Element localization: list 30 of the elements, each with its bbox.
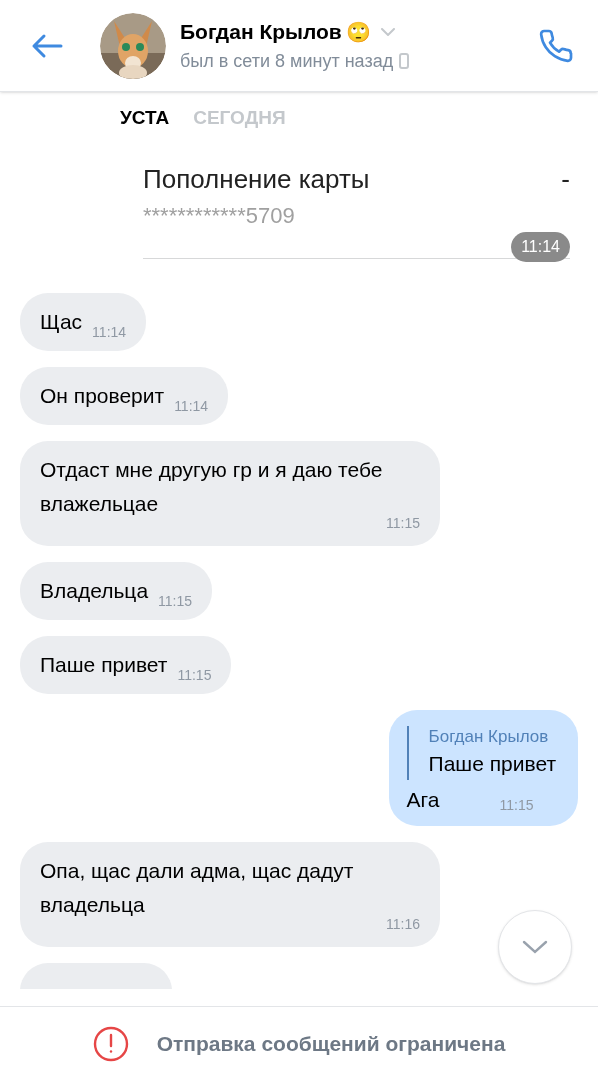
chevron-down-icon xyxy=(522,940,548,954)
message-text: Паше привет xyxy=(40,652,168,678)
phone-device-icon xyxy=(399,53,410,70)
message-text: Владельца xyxy=(40,578,149,604)
contact-name: Богдан Крылов xyxy=(180,19,342,46)
restriction-notice: Отправка сообщений ограничена xyxy=(156,1030,506,1057)
message-time: 11:16 xyxy=(386,915,420,934)
message-text: Щас xyxy=(40,309,83,335)
message-text: Опа, щас дали адма, щас дадут владельца xyxy=(40,858,355,918)
message-time: 11:15 xyxy=(386,514,420,533)
message-text: Отдаст мне другую гр и я даю тебе влажельцае xyxy=(40,457,384,517)
message-time: 11:14 xyxy=(174,397,209,416)
emoji-icon: 🙄 xyxy=(345,17,371,47)
online-status: был в сети 8 минут назад xyxy=(180,49,394,73)
message-time: 11:15 xyxy=(177,666,212,685)
reply-text: Паше привет xyxy=(428,751,556,777)
message-text: Ага xyxy=(406,787,440,813)
back-icon[interactable] xyxy=(30,32,64,59)
time-badge: 11:14 xyxy=(511,232,570,262)
tab[interactable]: УСТА xyxy=(120,104,170,138)
phone-icon[interactable] xyxy=(538,27,574,64)
card-number: ************5709 xyxy=(143,202,296,230)
warning-icon xyxy=(92,1025,129,1062)
message-text: Он проверит xyxy=(40,383,165,409)
card-amount: - xyxy=(561,163,570,196)
message-time: 11:15 xyxy=(158,592,193,611)
message-time: 11:15 xyxy=(499,796,534,815)
reply-author: Богдан Крылов xyxy=(428,726,550,748)
message-time: 11:14 xyxy=(92,323,127,342)
card-title: Пополнение карты xyxy=(143,163,370,196)
